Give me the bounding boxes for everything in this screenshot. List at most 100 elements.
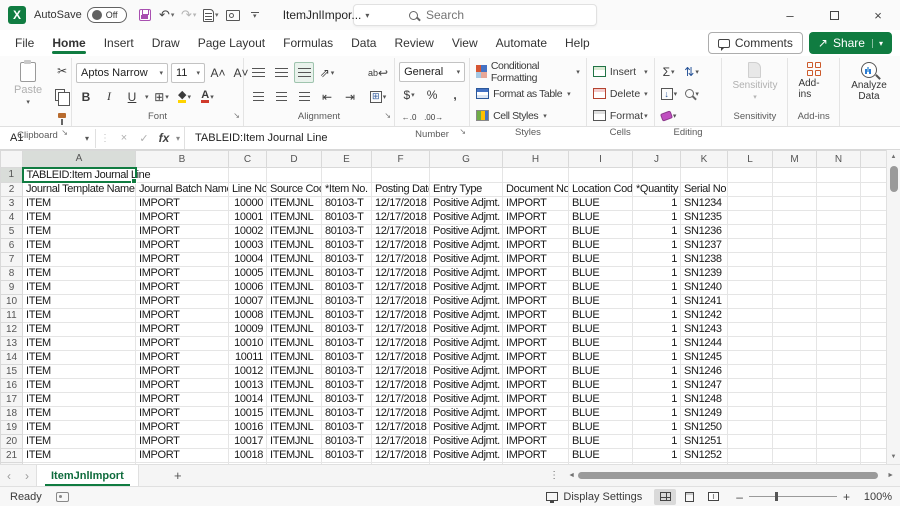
cell-K2[interactable]: Serial No. (681, 182, 728, 196)
cell-D3[interactable]: ITEMJNL (267, 196, 322, 210)
row-header-13[interactable]: 13 (1, 336, 23, 350)
cell-M18[interactable] (773, 406, 817, 420)
sheet-bar-handle[interactable]: ⋮ (549, 470, 559, 481)
column-header-B[interactable]: B (136, 151, 229, 168)
cell-K11[interactable]: SN1242 (681, 308, 728, 322)
cell-J9[interactable]: 1 (633, 280, 681, 294)
cell-6[interactable] (861, 238, 887, 252)
cell-M6[interactable] (773, 238, 817, 252)
cell-7[interactable] (861, 252, 887, 266)
cell-H17[interactable]: IMPORT (503, 392, 569, 406)
cell-11[interactable] (861, 308, 887, 322)
add-sheet-button[interactable]: + (165, 468, 191, 483)
cell-B8[interactable]: IMPORT (136, 266, 229, 280)
cell-G15[interactable]: Positive Adjmt. (430, 364, 503, 378)
horizontal-scroll-thumb[interactable] (578, 472, 878, 479)
row-header-12[interactable]: 12 (1, 322, 23, 336)
cell-J13[interactable]: 1 (633, 336, 681, 350)
cell-E5[interactable]: 80103-T (322, 224, 372, 238)
cell-J4[interactable]: 1 (633, 210, 681, 224)
cell-B17[interactable]: IMPORT (136, 392, 229, 406)
comments-button[interactable]: Comments (708, 32, 803, 54)
cell-A13[interactable]: ITEM (23, 336, 136, 350)
cell-D2[interactable]: Source Code (267, 182, 322, 196)
redo-button[interactable]: ↷▾ (179, 4, 199, 26)
tab-automate[interactable]: Automate (487, 32, 556, 54)
cell-E14[interactable]: 80103-T (322, 350, 372, 364)
cell-L5[interactable] (728, 224, 773, 238)
cell-15[interactable] (861, 364, 887, 378)
cell-L10[interactable] (728, 294, 773, 308)
underline-dropdown-icon[interactable]: ▾ (145, 93, 149, 101)
cell-L16[interactable] (728, 378, 773, 392)
select-all-corner[interactable] (1, 151, 23, 168)
tab-review[interactable]: Review (385, 32, 442, 54)
cell-C19[interactable]: 10016 (229, 420, 267, 434)
cell-J18[interactable]: 1 (633, 406, 681, 420)
cell-L13[interactable] (728, 336, 773, 350)
cell-N2[interactable] (817, 182, 861, 196)
cell-L8[interactable] (728, 266, 773, 280)
cell-B3[interactable]: IMPORT (136, 196, 229, 210)
cell-J1[interactable] (633, 168, 681, 183)
tab-file[interactable]: File (6, 32, 43, 54)
cell-L1[interactable] (728, 168, 773, 183)
cell-B2[interactable]: Journal Batch Name (136, 182, 229, 196)
cell-B20[interactable]: IMPORT (136, 434, 229, 448)
format-cells-button[interactable]: Format▾ (591, 105, 650, 126)
cell-C17[interactable]: 10014 (229, 392, 267, 406)
cell-I3[interactable]: BLUE (569, 196, 633, 210)
formula-bar-dropdown-icon[interactable]: ▾ (176, 134, 180, 143)
cell-A17[interactable]: ITEM (23, 392, 136, 406)
cell-C16[interactable]: 10013 (229, 378, 267, 392)
cell-C18[interactable]: 10015 (229, 406, 267, 420)
vertical-scrollbar[interactable]: ▲ ▼ (886, 150, 900, 464)
cell-E10[interactable]: 80103-T (322, 294, 372, 308)
cell-A19[interactable]: ITEM (23, 420, 136, 434)
cell-B9[interactable]: IMPORT (136, 280, 229, 294)
cell-C3[interactable]: 10000 (229, 196, 267, 210)
undo-button[interactable]: ↶▾ (157, 4, 177, 26)
cell-K3[interactable]: SN1234 (681, 196, 728, 210)
cell-J20[interactable]: 1 (633, 434, 681, 448)
cell-G12[interactable]: Positive Adjmt. (430, 322, 503, 336)
cell-H11[interactable]: IMPORT (503, 308, 569, 322)
cell-I15[interactable]: BLUE (569, 364, 633, 378)
cell-J16[interactable]: 1 (633, 378, 681, 392)
cell-H14[interactable]: IMPORT (503, 350, 569, 364)
tab-page-layout[interactable]: Page Layout (189, 32, 274, 54)
cell-E20[interactable]: 80103-T (322, 434, 372, 448)
cell-J5[interactable]: 1 (633, 224, 681, 238)
cell-M19[interactable] (773, 420, 817, 434)
page-layout-view-button[interactable] (678, 489, 700, 505)
cell-E6[interactable]: 80103-T (322, 238, 372, 252)
cell-B7[interactable]: IMPORT (136, 252, 229, 266)
cell-H1[interactable] (503, 168, 569, 183)
cell-K9[interactable]: SN1240 (681, 280, 728, 294)
cell-G5[interactable]: Positive Adjmt. (430, 224, 503, 238)
cell-K19[interactable]: SN1250 (681, 420, 728, 434)
merge-center-button[interactable]: ⊞▾ (366, 86, 390, 107)
cell-J7[interactable]: 1 (633, 252, 681, 266)
cell-K1[interactable] (681, 168, 728, 183)
cell-19[interactable] (861, 420, 887, 434)
cell-B13[interactable]: IMPORT (136, 336, 229, 350)
autosave-toggle[interactable]: AutoSave Off (34, 7, 127, 23)
cell-N14[interactable] (817, 350, 861, 364)
cell-F17[interactable]: 12/17/2018 (372, 392, 430, 406)
cell-A18[interactable]: ITEM (23, 406, 136, 420)
cell-B10[interactable]: IMPORT (136, 294, 229, 308)
cell-K8[interactable]: SN1239 (681, 266, 728, 280)
cell-A7[interactable]: ITEM (23, 252, 136, 266)
cell-H13[interactable]: IMPORT (503, 336, 569, 350)
cell-I14[interactable]: BLUE (569, 350, 633, 364)
comma-style-button[interactable]: , (445, 84, 465, 105)
cell-B6[interactable]: IMPORT (136, 238, 229, 252)
cell-J21[interactable]: 1 (633, 448, 681, 462)
cell-J12[interactable]: 1 (633, 322, 681, 336)
cell-K15[interactable]: SN1246 (681, 364, 728, 378)
cell-M5[interactable] (773, 224, 817, 238)
cell-I8[interactable]: BLUE (569, 266, 633, 280)
tab-insert[interactable]: Insert (95, 32, 143, 54)
column-header-I[interactable]: I (569, 151, 633, 168)
